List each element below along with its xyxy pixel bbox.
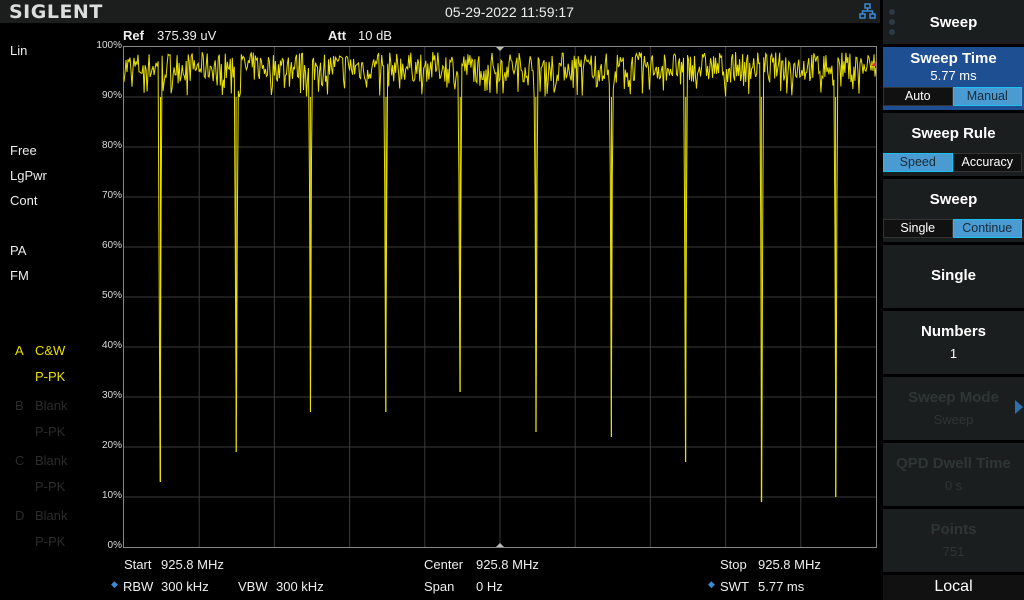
points-key[interactable]: Points 751: [883, 509, 1024, 572]
sweep-time-toggle[interactable]: Auto Manual: [883, 87, 1022, 106]
more-dots-icon: [889, 9, 895, 35]
demod-status: FM: [10, 268, 29, 283]
trace-d-mode: Blank: [35, 508, 68, 523]
y-tick-label: 70%: [101, 190, 122, 201]
sweep-rule-accuracy[interactable]: Accuracy: [952, 153, 1022, 172]
sweep-mode-status: Cont: [10, 193, 38, 208]
top-bar: SIGLENT 05-29-2022 11:59:17: [0, 0, 880, 23]
stop-label: Stop: [720, 557, 747, 572]
trace-c-letter[interactable]: C: [15, 453, 24, 468]
brand-logo: SIGLENT: [9, 1, 103, 23]
sweep-time-value: 5.77 ms: [930, 68, 977, 83]
stop-freq[interactable]: 925.8 MHz: [758, 557, 821, 572]
center-freq[interactable]: 925.8 MHz: [476, 557, 539, 572]
network-icon: [859, 3, 876, 19]
trace-d-detector: P-PK: [35, 534, 66, 549]
vbw-value[interactable]: 300 kHz: [276, 579, 324, 594]
y-tick-label: 80%: [101, 140, 122, 151]
span-value[interactable]: 0 Hz: [476, 579, 503, 594]
rbw-label: RBW: [123, 579, 154, 594]
sweep-rule-speed[interactable]: Speed: [883, 153, 953, 172]
softkey-menu: Sweep Sweep Time 5.77 ms Auto Manual Swe…: [880, 0, 1024, 600]
qpd-dwell-time-key[interactable]: QPD Dwell Time 0 s: [883, 443, 1024, 506]
att-label: Att: [328, 28, 347, 43]
y-tick-label: 60%: [101, 240, 122, 251]
ref-value[interactable]: 375.39 uV: [157, 28, 216, 43]
single-key[interactable]: Single: [883, 245, 1024, 308]
span-label: Span: [424, 579, 455, 594]
att-value[interactable]: 10 dB: [358, 28, 392, 43]
sweep-rule-toggle[interactable]: Speed Accuracy: [883, 153, 1022, 172]
trace-a-letter[interactable]: A: [15, 343, 24, 358]
trace-b-detector: P-PK: [35, 424, 66, 439]
y-tick-label: 30%: [101, 390, 122, 401]
trace-a-detector: P-PK: [35, 369, 66, 384]
swt-value[interactable]: 5.77 ms: [758, 579, 804, 594]
bottom-marker-icon: [496, 543, 504, 547]
trace-b-letter[interactable]: B: [15, 398, 24, 413]
menu-title: Sweep: [883, 0, 1024, 44]
y-tick-label: 50%: [101, 290, 122, 301]
y-tick-label: 100%: [96, 40, 122, 51]
top-marker-icon: [496, 47, 504, 51]
avg-type-status: LgPwr: [10, 168, 47, 183]
preamp-status: PA: [10, 243, 27, 258]
trace-d-letter[interactable]: D: [15, 508, 24, 523]
trigger-status: Free: [10, 143, 37, 158]
start-label: Start: [124, 557, 152, 572]
y-tick-label: 40%: [101, 340, 122, 351]
numbers-key[interactable]: Numbers 1: [883, 311, 1024, 374]
trace-c-detector: P-PK: [35, 479, 66, 494]
spectrum-plot[interactable]: [123, 46, 877, 548]
trace-b-mode: Blank: [35, 398, 68, 413]
rbw-coupled-icon: ◆: [111, 579, 118, 589]
vbw-label: VBW: [238, 579, 268, 594]
y-tick-label: 20%: [101, 440, 122, 451]
trace-c-mode: Blank: [35, 453, 68, 468]
rbw-value[interactable]: 300 kHz: [161, 579, 209, 594]
start-freq[interactable]: 925.8 MHz: [161, 557, 224, 572]
scale-status: Lin: [10, 43, 28, 58]
ref-label: Ref: [123, 28, 144, 43]
swt-label: SWT: [720, 579, 749, 594]
submenu-arrow-icon: [1015, 400, 1023, 414]
sweep-mode-key[interactable]: Sweep Mode Sweep: [883, 377, 1024, 440]
y-tick-label: 10%: [101, 490, 122, 501]
local-button[interactable]: Local: [883, 575, 1024, 600]
swt-coupled-icon: ◆: [708, 579, 715, 589]
datetime: 05-29-2022 11:59:17: [445, 4, 574, 20]
sweep-single[interactable]: Single: [883, 219, 953, 238]
sweep-time-manual[interactable]: Manual: [952, 87, 1022, 106]
trace-a-mode: C&W: [35, 343, 66, 358]
sweep-continue[interactable]: Continue: [952, 219, 1022, 238]
y-tick-label: 0%: [107, 540, 122, 551]
sweep-toggle[interactable]: Single Continue: [883, 219, 1022, 238]
sweep-time-auto[interactable]: Auto: [883, 87, 953, 106]
y-tick-label: 90%: [101, 90, 122, 101]
center-label: Center: [424, 557, 464, 572]
